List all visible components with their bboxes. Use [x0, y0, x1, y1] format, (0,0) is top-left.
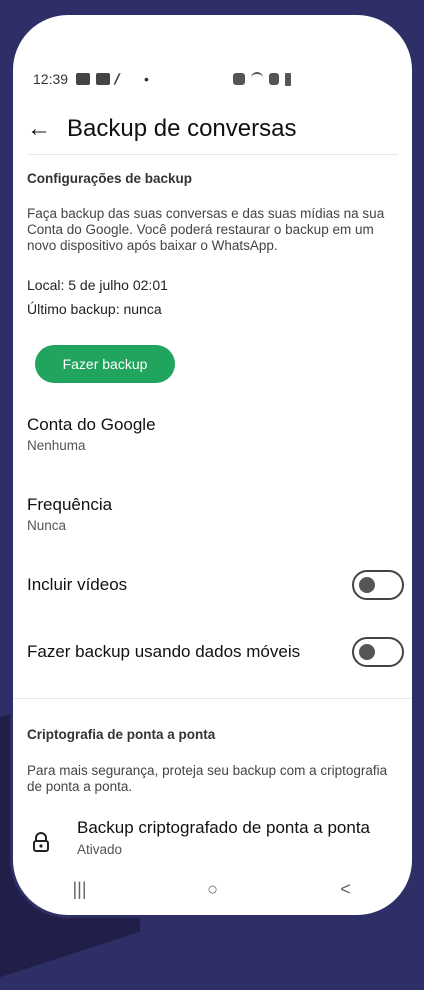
backup-description: Faça backup das suas conversas e das sua… — [27, 206, 385, 253]
recent-apps-button[interactable]: ||| — [50, 879, 110, 900]
mobile-data-toggle[interactable] — [352, 637, 404, 667]
battery-icon — [285, 72, 291, 86]
frequency-title: Frequência — [27, 495, 113, 514]
lock-icon — [27, 832, 55, 857]
encrypted-backup-item[interactable]: Backup criptografado de ponta a ponta At… — [27, 818, 404, 857]
page-title: Backup de conversas — [67, 115, 297, 142]
more-notifications-dot: • — [144, 71, 149, 87]
toggle-knob — [359, 577, 375, 593]
wifi-icon — [251, 72, 263, 86]
phone-frame: 12:39 • ← Backup de conversas Configuraç… — [10, 12, 415, 918]
home-button[interactable]: ○ — [183, 879, 243, 900]
encryption-heading: Criptografia de ponta a ponta — [27, 727, 216, 742]
system-nav-bar: ||| ○ < — [13, 863, 412, 915]
status-bar: 12:39 • — [33, 69, 390, 89]
backup-button[interactable]: Fazer backup — [35, 345, 175, 383]
include-videos-label: Incluir vídeos — [27, 575, 128, 594]
last-backup-info: Último backup: nunca — [27, 301, 162, 317]
status-time: 12:39 — [33, 71, 69, 87]
mobile-data-label: Fazer backup usando dados móveis — [27, 642, 301, 661]
encrypted-backup-title: Backup criptografado de ponta a ponta — [77, 818, 370, 837]
backup-settings-heading: Configurações de backup — [27, 171, 193, 186]
feather-notification-icon — [113, 73, 135, 85]
google-account-value: Nenhuma — [27, 438, 86, 453]
app-bar: ← Backup de conversas — [27, 105, 398, 153]
google-account-setting[interactable]: Conta do Google Nenhuma — [27, 415, 398, 453]
google-account-title: Conta do Google — [27, 415, 156, 434]
arrow-left-icon[interactable]: ← — [27, 115, 57, 143]
encryption-description: Para mais segurança, proteja seu backup … — [27, 763, 388, 794]
local-backup-info: Local: 5 de julho 02:01 — [27, 277, 168, 293]
signal-icon — [269, 73, 279, 85]
section-divider — [13, 698, 412, 699]
back-button[interactable]: < — [316, 879, 376, 900]
frequency-setting[interactable]: Frequência Nunca — [27, 495, 398, 533]
encrypted-backup-status: Ativado — [77, 842, 123, 857]
mobile-data-row[interactable]: Fazer backup usando dados móveis — [27, 635, 404, 669]
header-divider — [27, 154, 398, 155]
alarm-icon — [233, 73, 245, 85]
include-videos-toggle[interactable] — [352, 570, 404, 600]
frequency-value: Nunca — [27, 518, 67, 533]
gallery-notification-icon — [76, 73, 91, 85]
toggle-knob — [359, 644, 375, 660]
status-right-icons — [233, 72, 291, 86]
app-notification-icon — [96, 73, 111, 85]
include-videos-row[interactable]: Incluir vídeos — [27, 568, 404, 602]
